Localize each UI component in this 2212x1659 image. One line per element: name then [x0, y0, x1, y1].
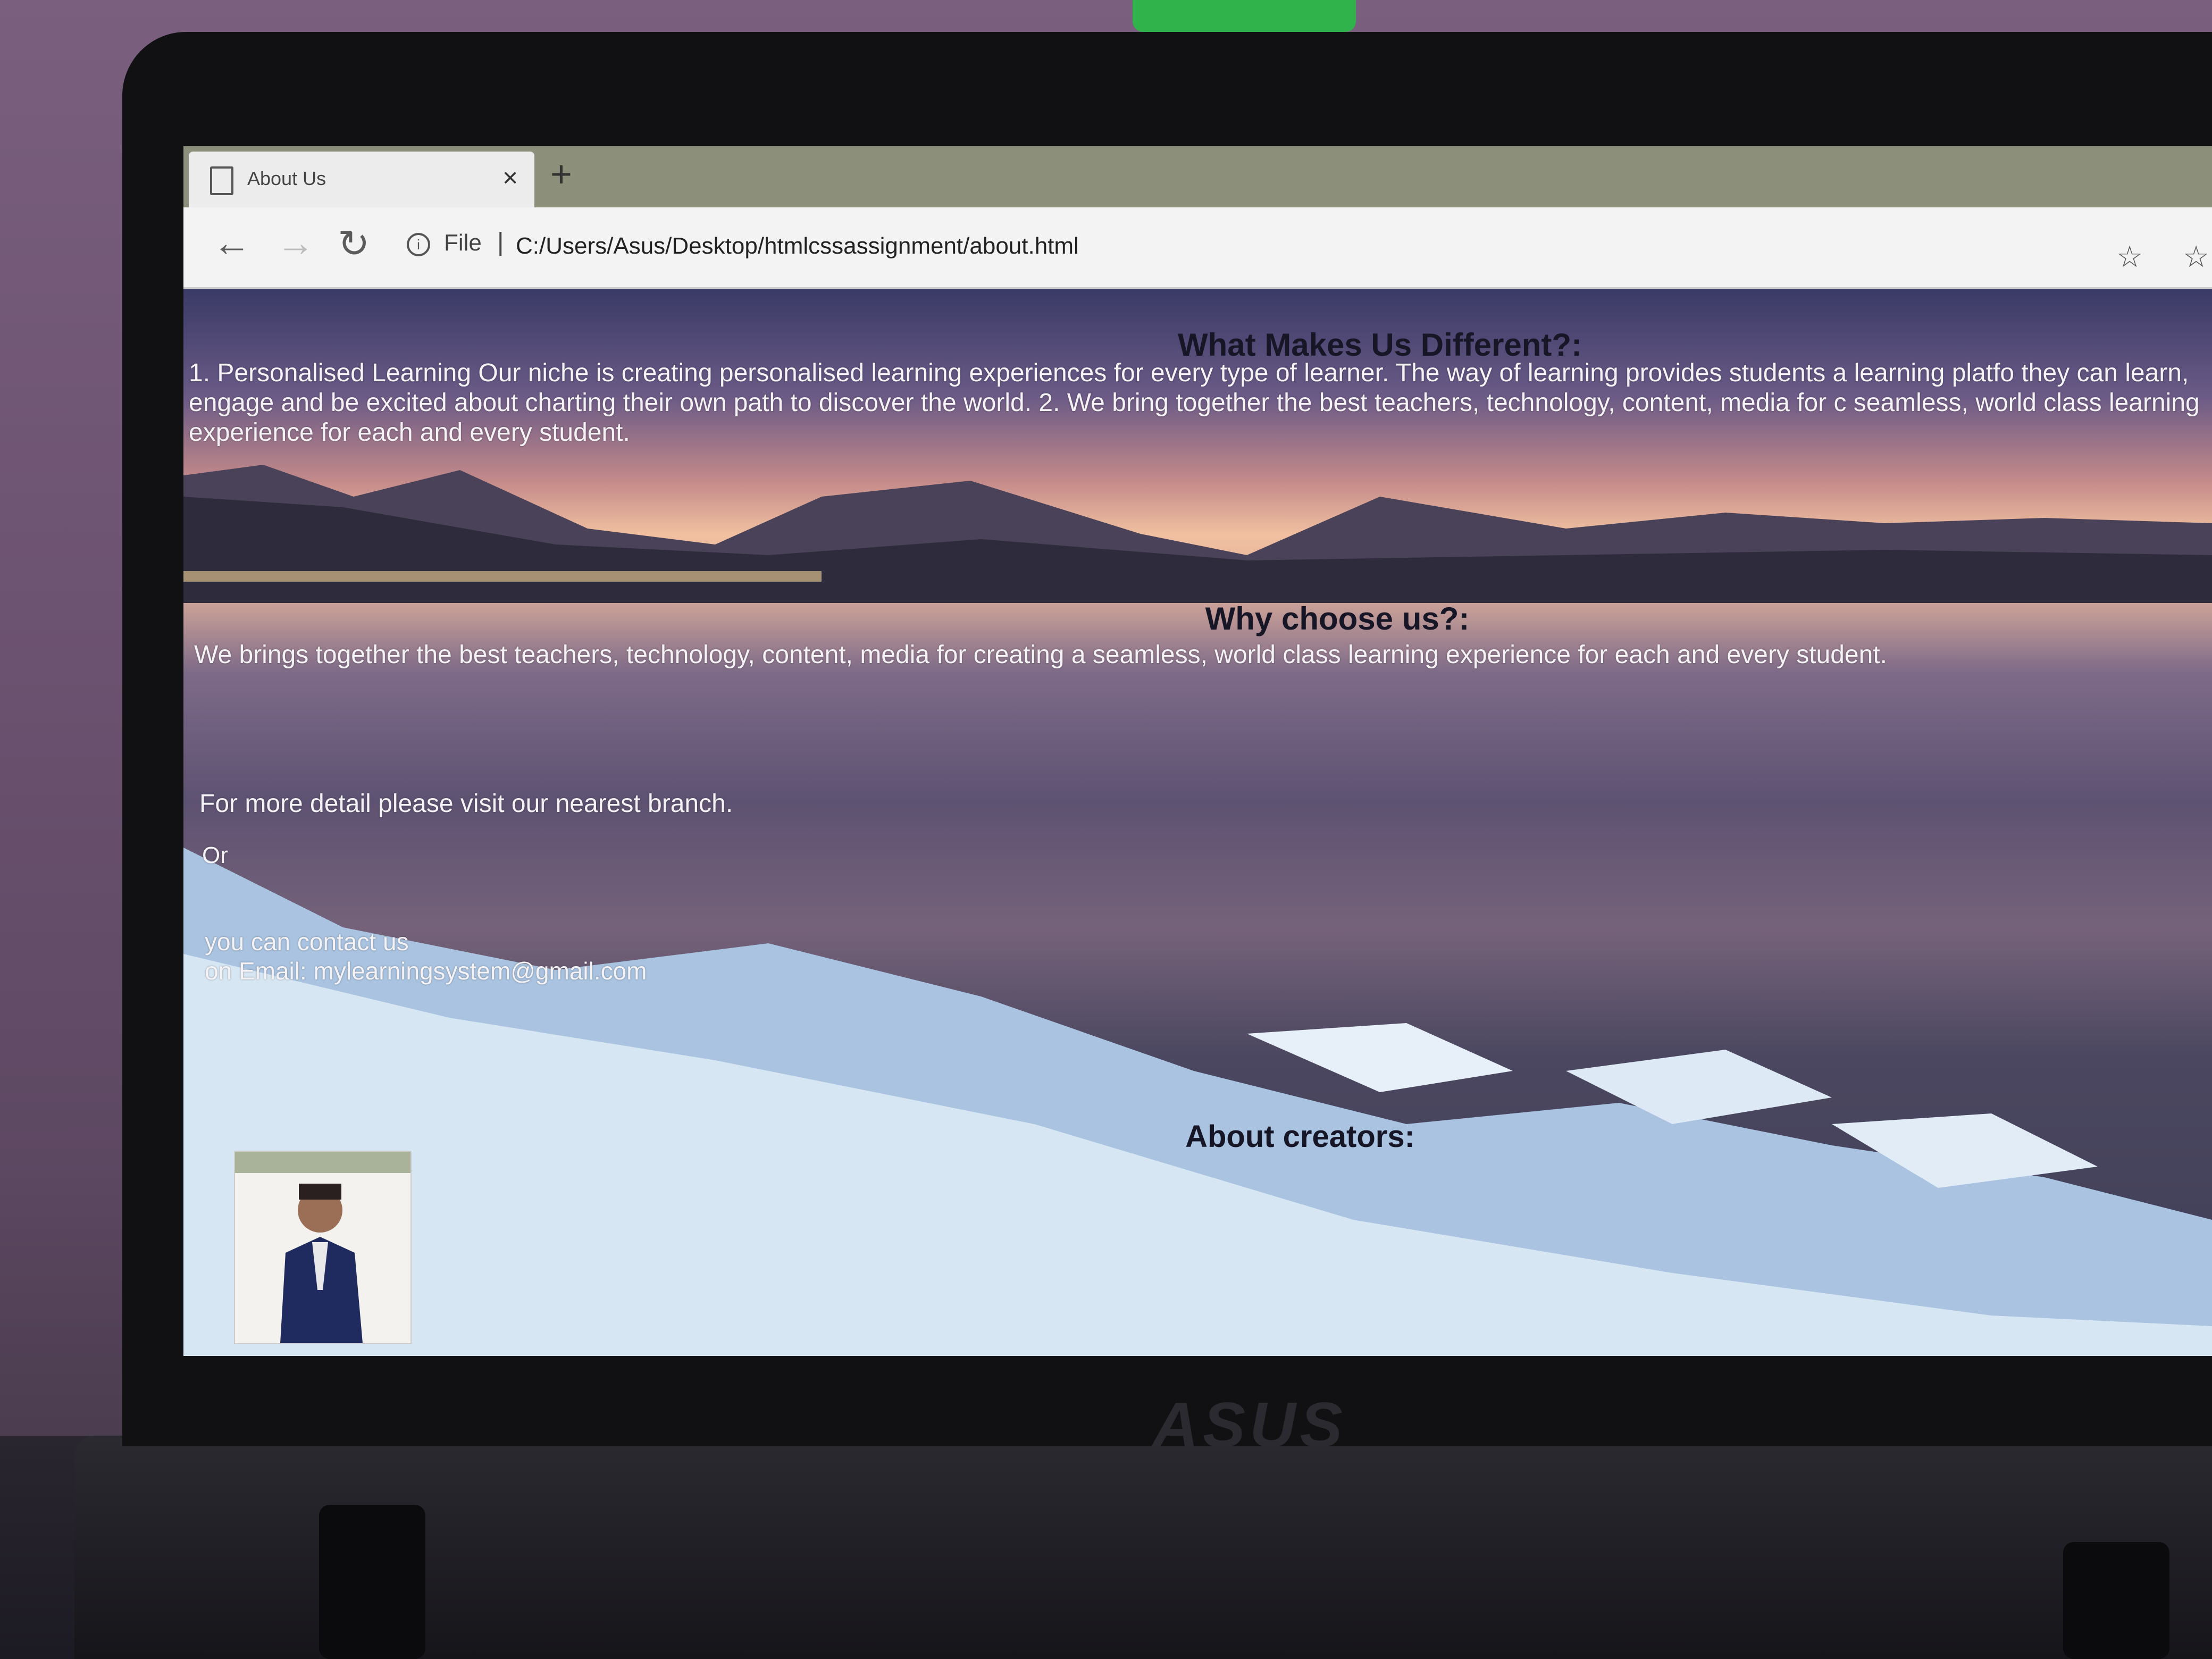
info-icon[interactable]: i: [407, 233, 430, 256]
contact-text: you can contact us: [205, 928, 409, 956]
new-tab-button[interactable]: +: [550, 153, 572, 195]
address-separator: |: [497, 228, 504, 256]
page-icon: [210, 166, 233, 195]
why-paragraph: We brings together the best teachers, te…: [194, 641, 1887, 669]
cable: [1133, 0, 1356, 32]
tab-strip: About Us × +: [183, 146, 2212, 207]
detail-text: For more detail please visit our nearest…: [199, 790, 733, 818]
close-tab-icon[interactable]: ×: [502, 162, 518, 193]
heading-why-choose-us: Why choose us?:: [1205, 601, 1470, 636]
back-button[interactable]: ←: [213, 221, 251, 265]
contact-email[interactable]: on Email: mylearningsystem@gmail.com: [205, 957, 647, 985]
tab-title: About Us: [247, 167, 326, 189]
person-image: [235, 1152, 410, 1343]
creator-photo: [234, 1151, 412, 1344]
laptop-hinge-left: [319, 1505, 425, 1659]
laptop-brand-logo: ASUS: [1152, 1389, 1347, 1461]
forward-button[interactable]: →: [276, 221, 315, 265]
favorites-icon[interactable]: ☆: [2183, 239, 2209, 274]
heading-about-creators: About creators:: [1185, 1119, 1415, 1154]
page-viewport: What Makes Us Different?: 1. Personalise…: [183, 289, 2212, 1356]
refresh-button[interactable]: ↻: [338, 221, 370, 266]
address-bar[interactable]: C:/Users/Asus/Desktop/htmlcssassignment/…: [516, 233, 1079, 259]
different-paragraph: 1. Personalised Learning Our niche is cr…: [189, 359, 2200, 447]
ice-foreground: [183, 848, 2212, 1356]
browser-toolbar: ← → ↻ i File | C:/Users/Asus/Desktop/htm…: [183, 207, 2212, 289]
favorite-star-icon[interactable]: ☆: [2116, 239, 2143, 274]
address-scheme-label: File: [444, 230, 482, 256]
laptop-hinge-right: [2063, 1542, 2169, 1659]
laptop-screen: About Us × + ← → ↻ i File | C:/Users/Asu…: [183, 146, 2212, 1356]
or-text: Or: [202, 842, 228, 868]
mountain-landscape: [183, 465, 2212, 603]
tab-about-us[interactable]: About Us ×: [189, 152, 534, 207]
heading-what-makes-us-different: What Makes Us Different?:: [1177, 327, 1582, 363]
